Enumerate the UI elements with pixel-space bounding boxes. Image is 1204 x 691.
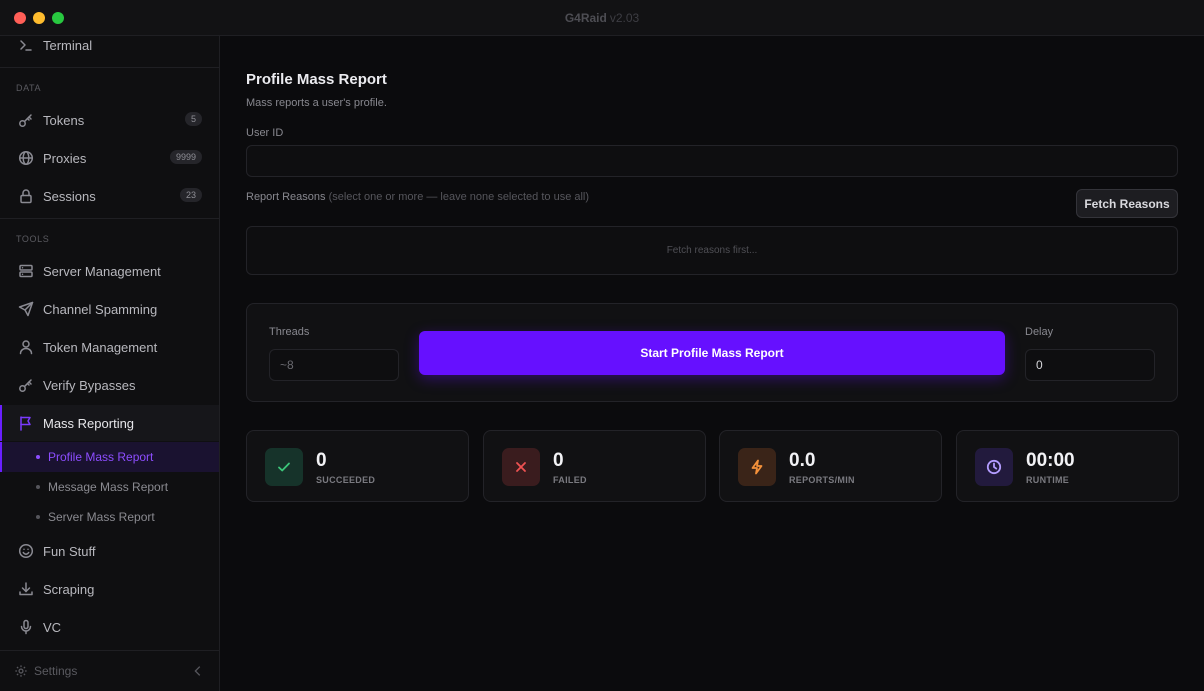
title-bar: G4Raid v2.03 <box>0 0 1204 36</box>
check-icon <box>265 448 303 486</box>
settings-button[interactable]: Settings <box>0 650 219 691</box>
proxies-count-badge: 9999 <box>169 150 202 164</box>
sidebar-item-sessions[interactable]: Sessions 23 <box>0 178 219 214</box>
section-label-data: DATA <box>16 83 42 93</box>
report-reasons-list: Fetch reasons first... <box>246 226 1178 275</box>
lock-icon <box>18 188 34 204</box>
fetch-reasons-button[interactable]: Fetch Reasons <box>1076 189 1178 218</box>
bullet-dot <box>36 515 40 519</box>
app-version: v2.03 <box>609 11 640 25</box>
succeeded-count: 0 <box>316 450 327 471</box>
stat-card-succeeded: 0 SUCCEEDED <box>246 430 469 502</box>
download-icon <box>18 581 34 597</box>
sidebar: Terminal DATA Tokens 5 Proxies 9999 Sess… <box>0 36 220 691</box>
sidebar-subitem-profile-mass-report[interactable]: Profile Mass Report <box>0 442 219 472</box>
sidebar-item-vc[interactable]: VC <box>0 609 219 645</box>
sidebar-item-scraping[interactable]: Scraping <box>0 571 219 607</box>
page-title: Profile Mass Report <box>246 71 387 88</box>
sidebar-item-channel-spamming[interactable]: Channel Spamming <box>0 291 219 327</box>
failed-count: 0 <box>553 450 564 471</box>
sidebar-subitem-server-mass-report[interactable]: Server Mass Report <box>0 502 219 532</box>
sidebar-item-fun-stuff[interactable]: Fun Stuff <box>0 533 219 569</box>
delay-label: Delay <box>1025 326 1054 338</box>
sidebar-item-mass-reporting[interactable]: Mass Reporting <box>0 405 219 441</box>
report-reasons-label: Report Reasons (select one or more — lea… <box>246 191 590 203</box>
page-description: Mass reports a user's profile. <box>246 97 387 109</box>
succeeded-label: SUCCEEDED <box>316 475 376 485</box>
user-id-label: User ID <box>246 127 284 139</box>
mic-icon <box>18 619 34 635</box>
stat-card-reports-per-min: 0.0 REPORTS/MIN <box>719 430 942 502</box>
failed-label: FAILED <box>553 475 587 485</box>
sidebar-subitem-message-mass-report[interactable]: Message Mass Report <box>0 472 219 502</box>
threads-input[interactable] <box>269 349 399 381</box>
section-label-tools: TOOLS <box>16 234 50 244</box>
user-icon <box>18 339 34 355</box>
flag-icon <box>18 415 34 431</box>
sidebar-divider <box>0 67 219 68</box>
start-profile-mass-report-button[interactable]: Start Profile Mass Report <box>419 331 1005 375</box>
key-icon <box>18 112 34 128</box>
reports-per-min-label: REPORTS/MIN <box>789 475 855 485</box>
stat-card-runtime: 00:00 RUNTIME <box>956 430 1179 502</box>
reports-per-min-value: 0.0 <box>789 450 816 471</box>
server-icon <box>18 263 34 279</box>
sessions-count-badge: 23 <box>179 188 202 202</box>
window-title: G4Raid v2.03 <box>564 11 640 25</box>
sidebar-item-tokens[interactable]: Tokens 5 <box>0 102 219 138</box>
sidebar-item-terminal[interactable]: Terminal <box>0 36 219 63</box>
tokens-count-badge: 5 <box>184 112 202 126</box>
threads-label: Threads <box>269 326 310 338</box>
terminal-icon <box>18 37 34 53</box>
clock-icon <box>975 448 1013 486</box>
runtime-value: 00:00 <box>1026 450 1075 471</box>
collapse-sidebar-chevron-left-icon[interactable] <box>191 664 205 681</box>
run-control-panel: Threads Start Profile Mass Report Delay <box>246 303 1178 402</box>
delay-input[interactable] <box>1025 349 1155 381</box>
report-reasons-hint: (select one or more — leave none selecte… <box>328 191 590 203</box>
stat-card-failed: 0 FAILED <box>483 430 706 502</box>
key-icon <box>18 377 34 393</box>
globe-icon <box>18 150 34 166</box>
main-content: Profile Mass Report Mass reports a user'… <box>220 36 1204 691</box>
reasons-placeholder: Fetch reasons first... <box>666 245 758 256</box>
bullet-dot <box>36 455 40 459</box>
sidebar-item-proxies[interactable]: Proxies 9999 <box>0 140 219 176</box>
smile-icon <box>18 543 34 559</box>
x-icon <box>502 448 540 486</box>
sidebar-divider <box>0 218 219 219</box>
sidebar-item-verify-bypasses[interactable]: Verify Bypasses <box>0 367 219 403</box>
send-icon <box>18 301 34 317</box>
sidebar-item-token-management[interactable]: Token Management <box>0 329 219 365</box>
sidebar-item-server-management[interactable]: Server Management <box>0 253 219 289</box>
user-id-input[interactable] <box>246 145 1178 177</box>
bolt-icon <box>738 448 776 486</box>
bullet-dot <box>36 485 40 489</box>
runtime-label: RUNTIME <box>1026 475 1070 485</box>
gear-icon <box>14 664 28 678</box>
